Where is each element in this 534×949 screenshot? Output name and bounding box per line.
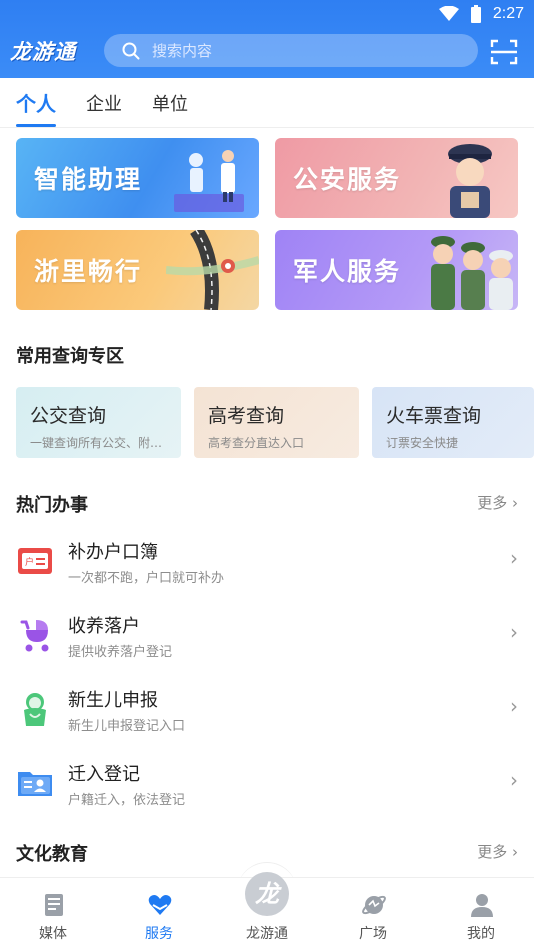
news-icon [45, 894, 63, 916]
culture-section-title: 文化教育 [16, 844, 88, 865]
query-card-subtitle: 订票安全快捷 [386, 436, 459, 450]
robot-illustration-icon [174, 150, 244, 212]
status-time: 2:27 [492, 5, 524, 22]
tab-personal[interactable]: 个人 [16, 78, 56, 127]
banner-label: 智能助理 [34, 165, 143, 194]
search-input[interactable] [152, 41, 452, 60]
chevron-right-icon: › [510, 768, 518, 792]
heart-hands-icon [148, 895, 172, 915]
query-card-title: 火车票查询 [386, 405, 482, 427]
soldiers-icon [431, 236, 513, 310]
item-subtitle: 一次都不跑，户口就可补办 [68, 571, 225, 586]
query-card-subtitle: 一键查询所有公交、附… [30, 436, 163, 450]
scan-icon[interactable] [490, 38, 518, 66]
chevron-right-icon: › [510, 546, 518, 570]
nav-plaza[interactable]: 广场 [320, 878, 426, 949]
tab-organization[interactable]: 单位 [152, 78, 188, 127]
item-subtitle: 户籍迁入，依法登记 [68, 793, 186, 808]
list-item-reissue-household-register[interactable]: 户 补办户口簿 一次都不跑，户口就可补办 › [0, 524, 534, 596]
nav-label: 我的 [467, 926, 495, 942]
police-officer-icon [448, 144, 492, 218]
wifi-icon [438, 6, 459, 21]
map-route-icon [166, 230, 259, 310]
item-title: 迁入登记 [68, 764, 140, 785]
banner-zheli-travel[interactable]: 浙里畅行 [16, 230, 259, 310]
stroller-icon [20, 620, 49, 652]
query-card-bus[interactable]: 公交查询 一键查询所有公交、附… [16, 387, 181, 458]
query-section-title: 常用查询专区 [16, 346, 124, 367]
more-label: 更多 [477, 843, 508, 861]
item-title: 补办户口簿 [68, 542, 158, 563]
query-card-gaokao[interactable]: 高考查询 高考查分直达入口 [194, 387, 359, 458]
user-icon [471, 894, 493, 917]
banner-police-service[interactable]: 公安服务 [275, 138, 518, 218]
nav-label: 媒体 [39, 926, 67, 942]
app-logo[interactable]: 龙游通 [10, 36, 92, 64]
newborn-icon [24, 693, 46, 726]
hot-more-link[interactable]: 更多 › [477, 492, 518, 513]
banner-smart-assistant[interactable]: 智能助理 [16, 138, 259, 218]
center-logo-icon[interactable]: 龙 [245, 872, 289, 916]
hot-section-title: 热门办事 [16, 495, 88, 516]
nav-mine[interactable]: 我的 [428, 878, 534, 949]
item-title: 新生儿申报 [68, 690, 158, 711]
banner-military-service[interactable]: 军人服务 [275, 230, 518, 310]
search-icon [122, 42, 140, 59]
status-bar: 2:27 [438, 4, 524, 24]
banner-label: 浙里畅行 [34, 257, 143, 286]
banner-label: 军人服务 [293, 257, 402, 286]
nav-media[interactable]: 媒体 [0, 878, 106, 949]
nav-label: 服务 [145, 926, 173, 942]
list-item-adoption-registration[interactable]: 收养落户 提供收养落户登记 › [0, 598, 534, 670]
planet-icon [362, 895, 386, 915]
battery-icon [470, 5, 481, 23]
app-header: 2:27 龙游通 [0, 0, 534, 78]
culture-more-link[interactable]: 更多 › [477, 841, 518, 862]
list-item-move-in-registration[interactable]: 迁入登记 户籍迁入，依法登记 › [0, 746, 534, 818]
chevron-right-icon: › [510, 620, 518, 644]
nav-services[interactable]: 服务 [106, 878, 212, 949]
chevron-right-icon: › [510, 694, 518, 718]
more-label: 更多 [477, 494, 508, 512]
query-card-subtitle: 高考查分直达入口 [208, 436, 305, 450]
query-card-title: 公交查询 [30, 405, 107, 427]
category-tabs: 个人 企业 单位 [0, 78, 534, 128]
item-subtitle: 新生儿申报登记入口 [68, 719, 186, 734]
search-bar[interactable] [104, 34, 478, 67]
list-item-newborn-declaration[interactable]: 新生儿申报 新生儿申报登记入口 › [0, 672, 534, 744]
query-card-train-ticket[interactable]: 火车票查询 订票安全快捷 [372, 387, 534, 458]
id-card-icon [18, 772, 52, 796]
banner-label: 公安服务 [293, 165, 402, 194]
item-title: 收养落户 [68, 616, 140, 637]
svg-text:户: 户 [25, 556, 34, 568]
item-subtitle: 提供收养落户登记 [68, 645, 173, 660]
nav-label: 广场 [359, 926, 387, 942]
nav-label: 龙游通 [246, 926, 288, 942]
tab-enterprise[interactable]: 企业 [86, 78, 122, 127]
query-card-title: 高考查询 [208, 405, 285, 427]
household-register-icon: 户 [18, 548, 52, 574]
